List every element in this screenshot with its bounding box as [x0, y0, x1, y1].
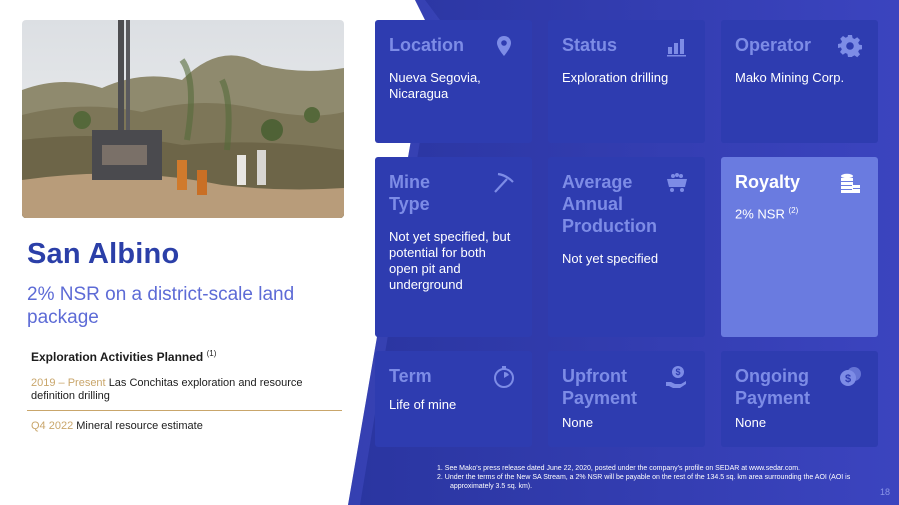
- footnote: 1. See Mako's press release dated June 2…: [437, 465, 800, 472]
- gear-icon: [838, 35, 862, 58]
- drill-site-photo: [22, 20, 344, 218]
- plan-heading-note: (1): [206, 349, 217, 358]
- footnote: 2. Under the terms of the New SA Stream,…: [437, 474, 851, 490]
- card-term: Term Life of mine: [375, 351, 532, 447]
- card-operator: Operator Mako Mining Corp.: [721, 20, 878, 143]
- card-ongoing-payment-label: Ongoing Payment: [735, 366, 811, 408]
- card-royalty-note: (2): [788, 206, 799, 215]
- card-location: Location Nueva Segovia, Nicaragua: [375, 20, 532, 143]
- card-upfront-payment-label: Upfront Payment: [562, 366, 638, 408]
- svg-text:$: $: [675, 367, 680, 377]
- card-average-production-label: Average Annual Production: [562, 172, 657, 236]
- card-ongoing-payment-value: None: [735, 415, 767, 430]
- card-royalty-value: 2% NSR: [735, 206, 785, 222]
- coins-icon: $: [840, 367, 861, 386]
- mine-cart-icon: [667, 173, 687, 192]
- bar-chart-icon: [667, 39, 686, 57]
- card-royalty-body: 2% NSR (2): [735, 203, 864, 222]
- card-mine-type: Mine Type Not yet specified, but potenti…: [375, 157, 532, 337]
- plan-heading: Exploration Activities Planned (1): [31, 349, 216, 364]
- plan-item: 2019 – Present Las Conchitas exploration…: [31, 377, 341, 403]
- svg-text:$: $: [845, 373, 851, 385]
- plan-item-period: 2019 – Present: [31, 377, 106, 389]
- plan-item-period: Q4 2022: [31, 420, 74, 432]
- card-ongoing-payment: Ongoing Payment None $: [721, 351, 878, 447]
- plan-heading-text: Exploration Activities Planned: [31, 350, 204, 364]
- card-upfront-payment: Upfront Payment None $: [548, 351, 705, 447]
- plan-item-text: Mineral resource estimate: [76, 420, 203, 432]
- stopwatch-icon: [494, 366, 514, 388]
- footnotes: 1. See Mako's press release dated June 2…: [437, 464, 882, 491]
- map-pin-icon: [497, 36, 511, 56]
- card-status: Status Exploration drilling: [548, 20, 705, 143]
- card-term-value: Life of mine: [389, 397, 457, 412]
- card-location-value: Nueva Segovia, Nicaragua: [389, 70, 481, 101]
- project-title: San Albino: [27, 238, 180, 270]
- divider: [27, 410, 342, 411]
- card-operator-value: Mako Mining Corp.: [735, 70, 845, 85]
- card-upfront-payment-value: None: [562, 415, 594, 430]
- plan-item: Q4 2022 Mineral resource estimate: [31, 420, 341, 432]
- card-mine-type-value: Not yet specified, but potential for bot…: [389, 229, 511, 292]
- coin-stack-icon: [841, 173, 860, 193]
- card-average-production-value: Not yet specified: [562, 251, 659, 266]
- card-mine-type-label: Mine Type: [389, 172, 431, 214]
- page-number: 18: [880, 487, 891, 497]
- card-royalty: Royalty 2% NSR (2): [721, 157, 878, 337]
- card-average-production: Average Annual Production Not yet specif…: [548, 157, 705, 337]
- project-subtitle: 2% NSR on a district-scale land package: [27, 284, 295, 328]
- card-status-value: Exploration drilling: [562, 70, 669, 85]
- hand-dollar-icon: $: [666, 366, 686, 388]
- pickaxe-icon: [494, 172, 514, 193]
